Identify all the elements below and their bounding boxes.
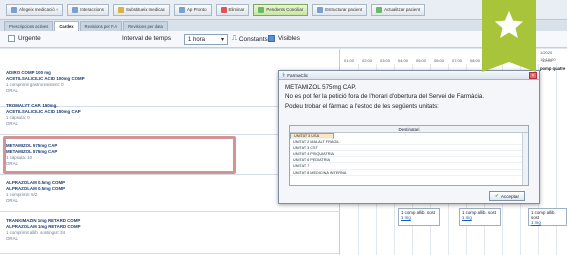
actualitzar-pacient-button[interactable]: Actualitzar pacient	[371, 3, 425, 16]
tab-cardex[interactable]: Cardex	[54, 21, 79, 31]
badge-ribbon-tail	[482, 62, 536, 72]
star-icon	[494, 10, 524, 39]
tab-revisions-fa[interactable]: Revisions per F.A	[79, 21, 123, 31]
visibles-label: Visibles	[278, 35, 300, 42]
accept-label: Acceptar	[500, 193, 519, 199]
visibles-checkbox[interactable]	[268, 35, 275, 42]
dialog-message: METAMIZOL 575mg CAP. No es pot fer la pe…	[279, 80, 539, 111]
units-list-scrollbar[interactable]	[522, 133, 528, 185]
ap-pronto-button[interactable]: Ap Pronto	[174, 3, 212, 16]
structure-icon	[317, 6, 324, 13]
grid-time-label: 10 12:00	[540, 57, 556, 62]
dose-cell[interactable]: 1 comp allib. sost 1 mg	[398, 208, 440, 226]
interval-label: Interval de temps	[122, 35, 172, 42]
close-icon[interactable]: ×	[529, 71, 537, 79]
dialog-title: FarmaClic	[287, 72, 309, 78]
visibles-toggle[interactable]: Visibles	[268, 35, 300, 42]
dose-cell[interactable]: 1 comp allib. sost 1 mg	[528, 208, 567, 226]
link-icon	[72, 6, 79, 13]
add-medication-button[interactable]: Afegeix medicació ÷	[6, 3, 64, 16]
vitals-icon: ⎍	[232, 35, 237, 42]
interactions-button[interactable]: Interaccions	[67, 3, 109, 16]
delete-icon	[220, 6, 227, 13]
check-icon	[258, 6, 265, 13]
constants-toggle[interactable]: ⎍ Constants	[232, 35, 268, 43]
interval-value: 1 hora	[188, 36, 206, 43]
interval-select[interactable]: 1 hora ▾	[184, 34, 228, 45]
dose-cell[interactable]: 1 comp allib. sost 1 mg	[459, 208, 501, 226]
urgent-label: Urgente	[18, 35, 41, 42]
tab-prescripcions-actives[interactable]: Prescripcions actives	[4, 21, 54, 31]
refresh-icon	[376, 6, 383, 13]
urgent-toggle[interactable]: Urgente	[8, 35, 41, 42]
pill-icon	[11, 6, 17, 13]
swap-icon	[117, 6, 124, 13]
dialog-titlebar: ⚕ FarmaClic ×	[279, 71, 539, 80]
star-badge	[482, 0, 536, 62]
calendar-icon	[179, 6, 185, 13]
eliminar-button[interactable]: Eliminar	[215, 3, 250, 16]
urgent-checkbox[interactable]	[8, 35, 15, 42]
dialog-drug-name: METAMIZOL 575mg CAP.	[285, 84, 357, 91]
dialog-info-text: Podeu trobar el fàrmac a l'estoc de les …	[285, 102, 439, 110]
list-item[interactable]: UNITAT 8 MEDICINA INTERNA	[290, 170, 528, 176]
pendents-conciliar-button[interactable]: Pendents Conciliar	[253, 3, 309, 16]
list-item[interactable]: TRANKIMAZIN 1mg RETARD COMP ALPRAZOLAM 1…	[0, 214, 340, 254]
units-list-header: Destinatari	[290, 126, 528, 133]
grid-line	[556, 64, 557, 255]
tab-revisions-data[interactable]: Revisions per data	[123, 21, 168, 31]
pharmacy-icon: ⚕	[282, 72, 286, 79]
accept-button[interactable]: ✔ Acceptar	[489, 191, 525, 201]
chevron-down-icon: ▾	[220, 37, 224, 43]
substitute-medication-button[interactable]: Substitueix medicac	[112, 3, 170, 16]
dialog-warning-text: No es pot fer la petició fora de l'horar…	[285, 93, 485, 101]
estructurar-pacient-button[interactable]: Estructurar pacient	[312, 3, 368, 16]
selection-highlight	[3, 136, 236, 174]
units-list[interactable]: Destinatari UNITAT 3 USA UNITAT 2 MALALT…	[289, 125, 529, 186]
check-icon: ✔	[495, 193, 499, 198]
constants-label: Constants	[238, 35, 268, 43]
grid-date-label: 1/2020	[540, 50, 553, 55]
farmaclic-dialog: ⚕ FarmaClic × METAMIZOL 575mg CAP. No es…	[278, 70, 540, 204]
grid-schedule-label: pomp quatre	[540, 66, 566, 71]
